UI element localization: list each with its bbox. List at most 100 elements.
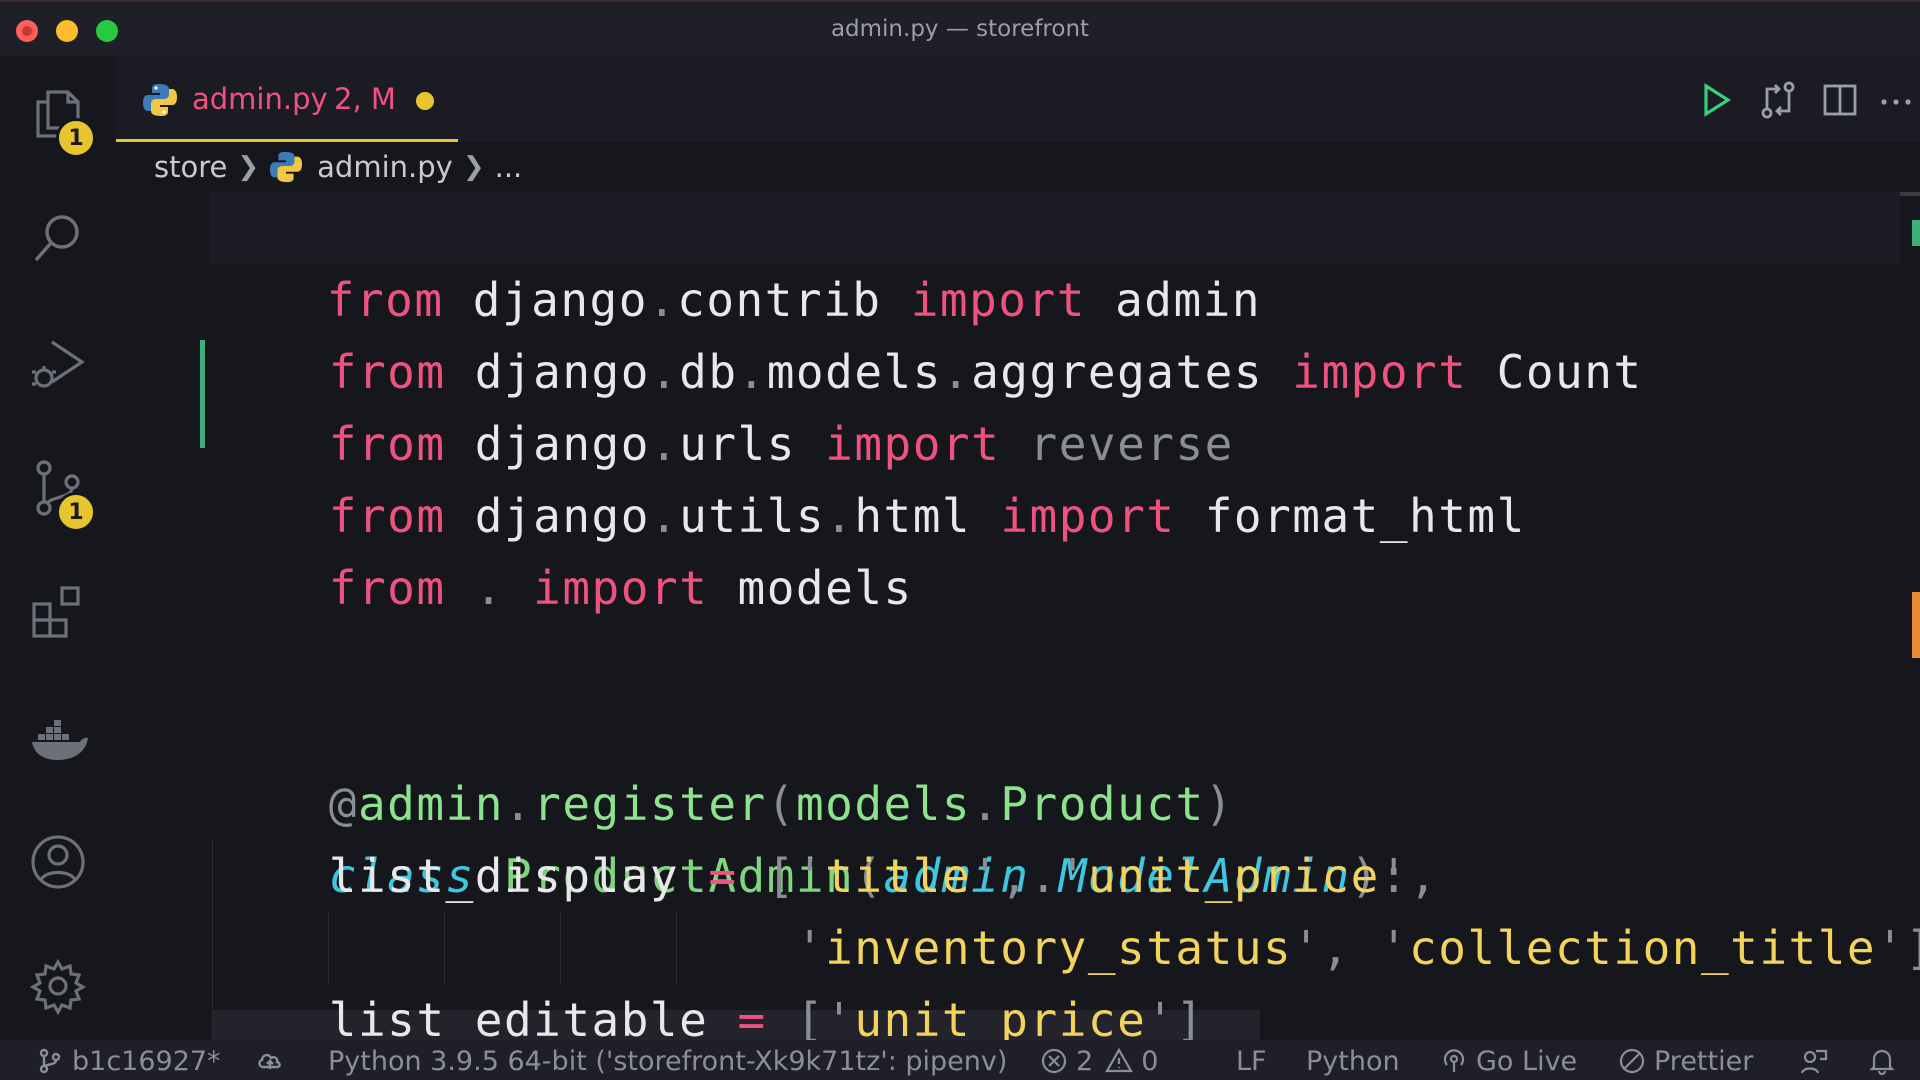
indent-guide xyxy=(212,840,213,1040)
quote: ' xyxy=(1876,921,1906,975)
code-line-2[interactable]: from django.db.models.aggregates import … xyxy=(212,264,1643,399)
tab-filename: admin.py xyxy=(192,82,328,116)
keyword-from: from xyxy=(328,561,446,615)
extensions-button[interactable] xyxy=(24,578,92,646)
bracket: [ xyxy=(795,993,826,1040)
breadcrumb-file[interactable]: admin.py xyxy=(317,150,453,184)
code-line-4[interactable]: from django.utils.html import format_htm… xyxy=(212,408,1526,543)
dot: . xyxy=(474,561,504,615)
code-line-1[interactable]: from django.contrib import admin xyxy=(210,192,1900,327)
code-line-5[interactable]: from . import models xyxy=(212,480,913,615)
code-line-3[interactable]: from django.urls import reverse xyxy=(212,336,1234,471)
unsaved-dot-icon[interactable] xyxy=(416,92,434,110)
python-file-icon xyxy=(143,84,177,116)
python-file-icon xyxy=(270,151,303,183)
bell-icon xyxy=(1869,1049,1895,1075)
indent-guide xyxy=(560,912,561,984)
settings-button[interactable] xyxy=(24,952,92,1020)
imported-name: format_html xyxy=(1204,489,1526,543)
string-literal: unit price xyxy=(854,993,1147,1040)
extensions-icon xyxy=(32,586,80,638)
language-label: Python xyxy=(1306,1045,1400,1077)
explorer-badge: 1 xyxy=(56,118,96,158)
branch-name: b1c16927* xyxy=(72,1045,221,1077)
more-actions-button[interactable] xyxy=(1874,78,1918,122)
feedback-button[interactable] xyxy=(1800,1042,1836,1080)
code-line-8[interactable]: @admin.register(models.Product) xyxy=(212,696,1234,831)
tab-admin-py[interactable]: admin.py 2, M xyxy=(116,56,458,142)
warning-icon xyxy=(1105,1047,1134,1073)
attribute-name: list editable xyxy=(328,993,709,1040)
search-button[interactable] xyxy=(24,204,92,272)
error-count: 2 xyxy=(1076,1045,1094,1077)
status-bar: b1c16927* Python 3.9.5 64-bit ('storefro… xyxy=(0,1040,1920,1080)
comma: , xyxy=(1000,849,1030,903)
run-file-button[interactable] xyxy=(1694,78,1738,122)
bracket: [ xyxy=(766,849,796,903)
source-control-badge: 1 xyxy=(56,492,96,532)
indent-guide xyxy=(444,912,445,984)
bracket: ] xyxy=(1175,993,1205,1040)
quote: ' xyxy=(1058,849,1088,903)
ellipsis-icon xyxy=(1881,99,1911,105)
code-line-9[interactable]: class ProductAdmin(admin.ModelAdmin): xyxy=(212,768,1409,903)
activity-bar: 1 1 xyxy=(0,56,116,1040)
quote: ' xyxy=(1146,993,1176,1040)
quote: ' xyxy=(971,849,1001,903)
go-live-button[interactable]: Go Live xyxy=(1440,1042,1577,1080)
code-line-12[interactable]: list editable = ['unit price'] xyxy=(212,984,1205,1040)
breadcrumb-folder[interactable]: store xyxy=(154,150,227,184)
indent-guide xyxy=(328,912,329,984)
indent-guide xyxy=(676,912,677,984)
run-debug-icon xyxy=(32,340,85,388)
split-editor-icon xyxy=(1823,84,1857,116)
operator: = xyxy=(737,993,767,1040)
string-literal: title xyxy=(825,849,972,903)
error-icon xyxy=(1041,1048,1067,1074)
docker-button[interactable] xyxy=(24,704,92,772)
imported-name: Count xyxy=(1496,345,1643,399)
quote: ' xyxy=(1292,921,1322,975)
string-literal: unit_price xyxy=(1087,849,1380,903)
string-literal: inventory_status xyxy=(825,921,1293,975)
quote: ' xyxy=(795,849,826,903)
prettier-status[interactable]: Prettier xyxy=(1618,1042,1753,1080)
notifications-button[interactable] xyxy=(1868,1042,1904,1080)
python-interpreter-status[interactable]: Python 3.9.5 64-bit ('storefront-Xk9k71t… xyxy=(328,1042,1007,1080)
code-line-11[interactable]: 'inventory_status', 'collection_title'] xyxy=(212,912,1920,984)
chevron-right-icon: ❯ xyxy=(462,152,485,182)
scrollbar-modified-marker xyxy=(1912,592,1920,658)
breadcrumb-symbols[interactable]: ... xyxy=(495,150,523,184)
language-mode-status[interactable]: Python xyxy=(1306,1042,1400,1080)
comma: , xyxy=(1409,849,1439,903)
code-editor[interactable]: from django.contrib import admin from dj… xyxy=(116,192,1920,1040)
git-added-gutter-marker xyxy=(200,340,205,448)
operator: = xyxy=(708,849,738,903)
sync-button[interactable] xyxy=(256,1042,292,1080)
run-debug-button[interactable] xyxy=(24,330,92,398)
keyword-import: import xyxy=(1000,489,1176,543)
interpreter-label: Python 3.9.5 64-bit ('storefront-Xk9k71t… xyxy=(328,1045,1008,1077)
split-editor-button[interactable] xyxy=(1818,78,1862,122)
keyword-import: import xyxy=(1292,345,1468,399)
compare-changes-button[interactable] xyxy=(1756,78,1800,122)
imported-name: models xyxy=(737,561,913,615)
code-line-10[interactable]: list_display = ['title', 'unit_price', xyxy=(212,840,1438,912)
git-branch-icon xyxy=(39,1048,61,1074)
attribute-name: list_display xyxy=(328,849,680,903)
prettier-label: Prettier xyxy=(1654,1045,1754,1077)
title-bar: admin.py — storefront xyxy=(0,0,1920,56)
branch-status[interactable]: b1c16927* xyxy=(36,1042,221,1080)
window-title: admin.py — storefront xyxy=(830,16,1090,42)
play-icon xyxy=(1704,83,1731,117)
accounts-button[interactable] xyxy=(24,828,92,896)
scrollbar-thumb[interactable] xyxy=(1900,192,1920,196)
chevron-right-icon: ❯ xyxy=(237,152,260,182)
account-icon xyxy=(31,835,85,889)
gear-icon xyxy=(29,958,87,1016)
eol-status[interactable]: LF xyxy=(1236,1042,1267,1080)
person-feedback-icon xyxy=(1800,1049,1828,1074)
problems-status[interactable]: 2 0 xyxy=(1040,1042,1158,1080)
quote: ' xyxy=(1379,921,1410,975)
breadcrumb: store ❯ admin.py ❯ ... xyxy=(116,142,1920,192)
